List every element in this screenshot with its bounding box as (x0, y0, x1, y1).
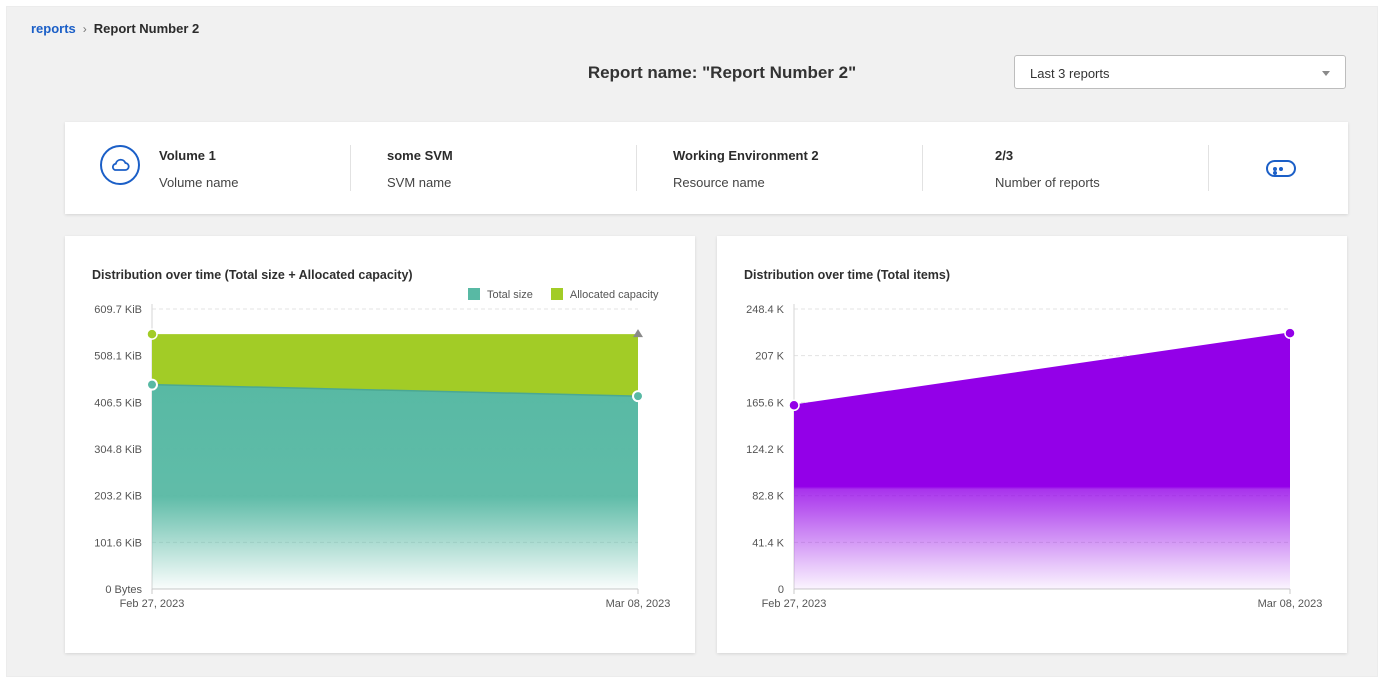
y-tick-label: 248.4 K (746, 304, 785, 316)
page-title: Report name: "Report Number 2" (587, 63, 857, 82)
breadcrumb-reports-link[interactable]: reports (31, 21, 76, 36)
x-tick-label: Feb 27, 2023 (762, 598, 827, 610)
total-items-point (1284, 327, 1296, 339)
cloud-icon (100, 145, 140, 185)
reports-count-label: Number of reports (995, 175, 1100, 190)
breadcrumb-current: Report Number 2 (93, 21, 200, 36)
y-tick-label: 124.2 K (746, 444, 785, 456)
y-tick-label: 203.2 KiB (94, 491, 142, 503)
total-items-point (788, 399, 800, 412)
svm-name-label: SVM name (387, 175, 452, 190)
divider (1208, 145, 1209, 191)
items-chart-card: Distribution over time (Total items) 0 41… (717, 236, 1347, 653)
report-range-select[interactable]: Last 3 reports (1014, 55, 1346, 89)
volume-info: Volume 1 Volume name (159, 148, 239, 190)
total-size-area (152, 384, 638, 589)
report-range-value: Last 3 reports (1030, 66, 1110, 81)
y-tick-label: 0 (778, 584, 784, 596)
divider (636, 145, 637, 191)
capacity-chart-card: Distribution over time (Total size + All… (65, 236, 695, 653)
x-tick-label: Mar 08, 2023 (606, 598, 671, 610)
x-tick-label: Mar 08, 2023 (1258, 598, 1323, 610)
y-tick-label: 41.4 K (752, 537, 784, 549)
y-tick-label: 82.8 K (752, 491, 784, 503)
report-page: reports › Report Number 2 Report name: "Re… (6, 6, 1378, 677)
svm-name-value: some SVM (387, 148, 453, 163)
volume-name-value: Volume 1 (159, 148, 216, 163)
y-tick-label: 165.6 K (746, 397, 785, 409)
resource-name-label: Resource name (673, 175, 765, 190)
y-tick-label: 0 Bytes (105, 584, 142, 596)
y-tick-label: 207 K (755, 351, 784, 363)
total-size-point (146, 378, 158, 391)
volume-name-label: Volume name (159, 175, 239, 190)
chevron-down-icon (1322, 71, 1330, 76)
capacity-area-chart: 0 Bytes 101.6 KiB 203.2 KiB 304.8 KiB 406.5 … (94, 304, 671, 610)
total-size-point (632, 390, 644, 403)
y-tick-label: 609.7 KiB (94, 304, 142, 316)
breadcrumb-separator-icon: › (82, 22, 87, 36)
y-tick-label: 508.1 KiB (94, 351, 142, 363)
items-area-chart: 0 41.4 K 82.8 K 124.2 K 165.6 K 207 K 248.4 K F… (746, 304, 1323, 610)
svm-info: some SVM SVM name (387, 148, 453, 190)
more-options-button[interactable] (1266, 160, 1296, 177)
volume-info-card: Volume 1 Volume name some SVM SVM name W… (65, 122, 1348, 214)
resource-name-value: Working Environment 2 (673, 148, 819, 163)
breadcrumb: reports › Report Number 2 (31, 21, 199, 36)
allocated-capacity-point (633, 329, 643, 338)
allocated-capacity-point (146, 328, 158, 340)
reports-count-info: 2/3 Number of reports (995, 148, 1100, 190)
divider (350, 145, 351, 191)
more-dots-icon (1273, 167, 1289, 175)
reports-count-value: 2/3 (995, 148, 1014, 163)
y-tick-label: 101.6 KiB (94, 537, 142, 549)
x-tick-label: Feb 27, 2023 (120, 598, 185, 610)
divider (922, 145, 923, 191)
total-items-area (794, 333, 1290, 589)
y-tick-label: 304.8 KiB (94, 444, 142, 456)
y-tick-label: 406.5 KiB (94, 397, 142, 409)
resource-info: Working Environment 2 Resource name (673, 148, 819, 190)
